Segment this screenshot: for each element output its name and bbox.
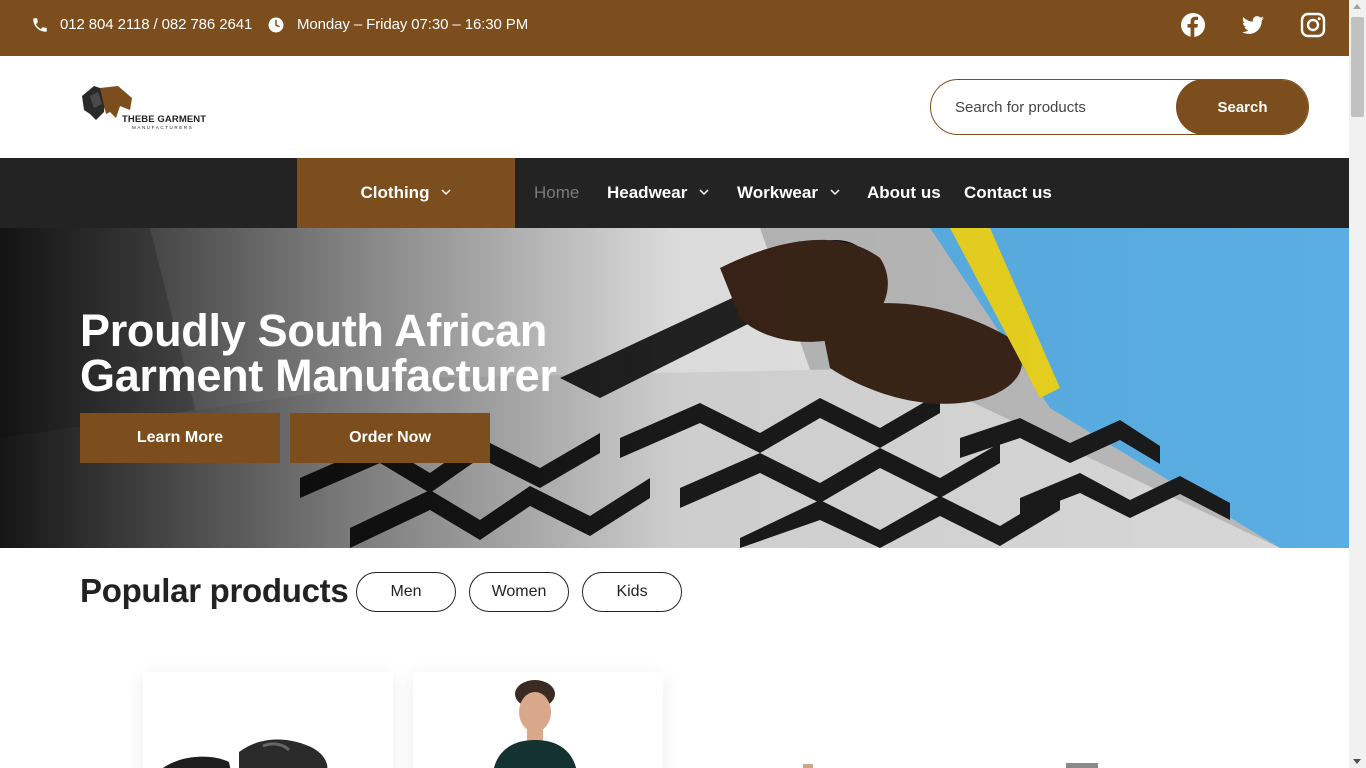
nav-item-headwear[interactable]: Headwear xyxy=(607,158,709,228)
facebook-icon[interactable] xyxy=(1180,12,1206,38)
filter-kids-button[interactable]: Kids xyxy=(582,572,682,612)
nav-item-workwear[interactable]: Workwear xyxy=(737,158,840,228)
logo[interactable]: THEBE GARMENT MANUFACTURERS xyxy=(80,84,215,132)
twitter-icon[interactable] xyxy=(1240,12,1266,38)
page-scrollbar[interactable] xyxy=(1349,0,1366,768)
product-image-shoes xyxy=(163,739,328,768)
product-image-partial xyxy=(1066,763,1098,768)
nav-item-label: Headwear xyxy=(607,183,688,202)
product-image-partial xyxy=(803,764,813,768)
nav-item-label: About us xyxy=(867,183,941,202)
nav-item-about-us[interactable]: About us xyxy=(867,158,941,228)
main-nav: Clothing Home Headwear Workwear About us… xyxy=(0,158,1349,228)
scrollbar-thumb[interactable] xyxy=(1351,17,1364,117)
product-image-woman-shirt xyxy=(494,680,576,768)
search-button[interactable]: Search xyxy=(1176,80,1308,134)
site-header: THEBE GARMENT MANUFACTURERS Search xyxy=(0,56,1349,158)
chevron-down-icon xyxy=(441,189,451,196)
product-card[interactable] xyxy=(143,672,393,768)
order-now-button[interactable]: Order Now xyxy=(290,413,490,463)
scroll-down-arrow-icon[interactable] xyxy=(1353,759,1361,764)
nav-item-home[interactable]: Home xyxy=(534,158,579,228)
clothing-category-button[interactable]: Clothing xyxy=(297,158,515,228)
filter-women-button[interactable]: Women xyxy=(469,572,569,612)
filter-men-button[interactable]: Men xyxy=(356,572,456,612)
hero-title: Proudly South African Garment Manufactur… xyxy=(80,305,557,401)
business-hours: Monday – Friday 07:30 – 16:30 PM xyxy=(297,16,529,33)
page: 012 804 2118 / 082 786 2641 Monday – Fri… xyxy=(0,0,1366,768)
clothing-label: Clothing xyxy=(360,183,430,202)
search-input[interactable] xyxy=(931,80,1177,134)
product-card[interactable] xyxy=(683,740,933,768)
phone-icon xyxy=(33,18,47,32)
nav-item-contact-us[interactable]: Contact us xyxy=(964,158,1052,228)
nav-item-label: Home xyxy=(534,183,580,202)
clock-icon xyxy=(268,17,284,33)
learn-more-button[interactable]: Learn More xyxy=(80,413,280,463)
top-info-bar: 012 804 2118 / 082 786 2641 Monday – Fri… xyxy=(0,0,1349,56)
product-card[interactable] xyxy=(953,740,1203,768)
nav-item-label: Workwear xyxy=(737,183,818,202)
hero-banner: Proudly South African Garment Manufactur… xyxy=(0,228,1349,548)
product-card[interactable] xyxy=(413,672,663,768)
chevron-down-icon xyxy=(699,189,709,196)
nav-item-label: Contact us xyxy=(964,183,1052,202)
scroll-up-arrow-icon[interactable] xyxy=(1353,4,1361,9)
popular-products-title: Popular products xyxy=(80,572,349,609)
phone-numbers: 012 804 2118 / 082 786 2641 xyxy=(60,16,253,33)
search-bar: Search xyxy=(930,79,1309,135)
logo-title: THEBE GARMENT xyxy=(122,114,207,125)
logo-subtitle: MANUFACTURERS xyxy=(132,125,194,130)
instagram-icon[interactable] xyxy=(1300,12,1326,38)
chevron-down-icon xyxy=(830,189,840,196)
